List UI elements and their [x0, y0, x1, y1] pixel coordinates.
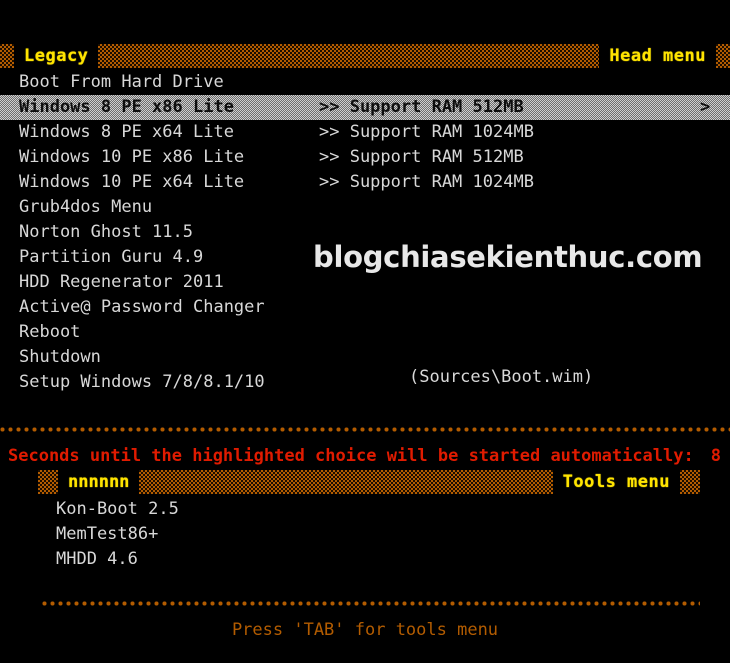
tools-menu-list: Kon-Boot 2.5 MemTest86+ MHDD 4.6	[0, 497, 730, 572]
footer-hint: Press 'TAB' for tools menu	[231, 620, 499, 640]
head-bar-left-cap	[0, 44, 14, 68]
separator-bottom	[42, 601, 700, 606]
tools-menu-item-label: Kon-Boot 2.5	[56, 499, 179, 519]
tools-menu-bar: nnnnnn Tools menu	[38, 470, 700, 494]
menu-row-label: Reboot	[19, 322, 81, 342]
menu-row[interactable]: Setup Windows 7/8/8.1/10	[0, 370, 730, 395]
tools-bar-left-cap	[38, 470, 58, 494]
menu-row-label: HDD Regenerator 2011	[19, 272, 224, 292]
tools-menu-item-label: MemTest86+	[56, 524, 159, 544]
tools-menu-item[interactable]: MHDD 4.6	[0, 547, 730, 572]
menu-row-selected[interactable]: Windows 8 PE x86 Lite >> Support RAM 512M…	[0, 95, 730, 120]
head-menu-bar: Legacy Head menu	[0, 44, 730, 68]
countdown-seconds: 8	[710, 446, 721, 466]
countdown-bar: Seconds until the highlighted choice wil…	[0, 444, 730, 468]
tools-menu-item[interactable]: Kon-Boot 2.5	[0, 497, 730, 522]
menu-row-description: >> Support RAM 512MB	[319, 97, 524, 117]
menu-row-label: Windows 10 PE x64 Lite	[19, 172, 245, 192]
head-bar-fill	[98, 44, 600, 68]
head-bar-right-cap	[716, 44, 730, 68]
menu-row-label: Active@ Password Changer	[19, 297, 265, 317]
menu-row-label: Grub4dos Menu	[19, 197, 153, 217]
menu-row-label: Norton Ghost 11.5	[19, 222, 193, 242]
menu-row[interactable]: Shutdown	[0, 345, 730, 370]
watermark-text: blogchiasekienthuc.com	[313, 240, 703, 274]
menu-row[interactable]: Windows 8 PE x64 Lite >> Support RAM 1024…	[0, 120, 730, 145]
menu-row-arrow-icon: >	[700, 97, 711, 117]
menu-row-label: Windows 10 PE x86 Lite	[19, 147, 245, 167]
menu-row-label: Setup Windows 7/8/8.1/10	[19, 372, 265, 392]
menu-row-description: >> Support RAM 1024MB	[319, 122, 534, 142]
boot-menu-screen: Legacy Head menu Boot From Hard Drive Win…	[0, 0, 730, 663]
menu-row-label: Boot From Hard Drive	[19, 72, 224, 92]
menu-row[interactable]: Grub4dos Menu	[0, 195, 730, 220]
menu-row[interactable]: Windows 10 PE x86 Lite >> Support RAM 512…	[0, 145, 730, 170]
tools-menu-right-label: Tools menu	[552, 470, 680, 494]
menu-row-label: Windows 8 PE x86 Lite	[19, 97, 234, 117]
menu-row-label: Windows 8 PE x64 Lite	[19, 122, 234, 142]
menu-row[interactable]: Windows 10 PE x64 Lite >> Support RAM 102…	[0, 170, 730, 195]
head-menu-right-label: Head menu	[599, 44, 716, 68]
menu-row-description: >> Support RAM 512MB	[319, 147, 524, 167]
tools-bar-fill	[139, 470, 553, 494]
menu-row-description: >> Support RAM 1024MB	[319, 172, 534, 192]
tools-menu-item-label: MHDD 4.6	[56, 549, 138, 569]
countdown-message: Seconds until the highlighted choice wil…	[8, 446, 694, 466]
head-menu-list: Boot From Hard Drive Windows 8 PE x86 Lit…	[0, 70, 730, 395]
tools-menu-item[interactable]: MemTest86+	[0, 522, 730, 547]
menu-row[interactable]: Active@ Password Changer	[0, 295, 730, 320]
tools-menu-title: nnnnnn	[58, 470, 140, 494]
tools-bar-right-cap	[680, 470, 700, 494]
separator-top	[0, 427, 730, 432]
menu-row-label: Partition Guru 4.9	[19, 247, 204, 267]
menu-row[interactable]: Boot From Hard Drive	[0, 70, 730, 95]
menu-row[interactable]: Reboot	[0, 320, 730, 345]
menu-row-label: Shutdown	[19, 347, 101, 367]
boot-wim-note: (Sources\Boot.wim)	[409, 367, 594, 387]
head-menu-title: Legacy	[14, 44, 99, 68]
